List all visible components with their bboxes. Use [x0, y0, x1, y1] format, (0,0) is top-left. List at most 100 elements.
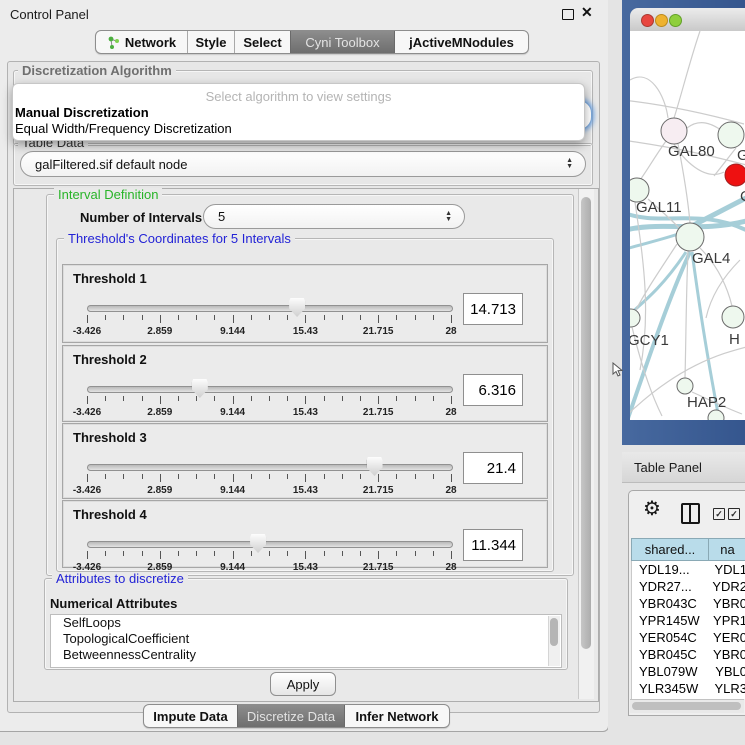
tab-network[interactable]: Network [96, 31, 187, 53]
table-data-combobox[interactable]: galFiltered.sif default node ▲▼ [20, 151, 586, 177]
tick-label: 28 [445, 407, 456, 418]
slider-track[interactable] [87, 541, 453, 548]
threshold-value-field[interactable]: 11.344 [463, 529, 523, 561]
attributes-group-title: Attributes to discretize [52, 572, 188, 585]
threshold-slider[interactable]: -3.4262.8599.14415.4321.71528 [87, 460, 451, 498]
table-row[interactable]: YDL19...YDL1 [632, 561, 745, 578]
select-none-checkbox-icon[interactable]: ✓ [728, 508, 740, 520]
control-panel-title: Control Panel [10, 7, 89, 22]
tick-mark [269, 315, 270, 320]
horizontal-scrollbar-thumb[interactable] [632, 702, 741, 710]
tick-mark [87, 551, 88, 559]
menu-item-equal-width-frequency[interactable]: Equal Width/Frequency Discretization [15, 121, 232, 136]
tick-mark [233, 474, 234, 482]
node-gal80[interactable] [661, 118, 687, 144]
tick-mark [433, 315, 434, 320]
tab-infer-network[interactable]: Infer Network [345, 705, 449, 727]
threshold-value-field[interactable]: 21.4 [463, 452, 523, 484]
threshold-panel: Threshold 2-3.4262.8599.14415.4321.71528… [62, 345, 548, 422]
float-window-icon[interactable] [562, 9, 574, 20]
tab-discretize-data[interactable]: Discretize Data [237, 705, 345, 727]
node-gal4[interactable] [676, 223, 704, 251]
algorithm-placeholder-item[interactable]: Select algorithm to view settings [13, 89, 584, 104]
node-ga[interactable] [718, 122, 744, 148]
apply-button[interactable]: Apply [270, 672, 336, 696]
tick-mark [87, 396, 88, 404]
slider-track[interactable] [87, 464, 453, 471]
tick-mark [178, 315, 179, 320]
zoom-traffic-light[interactable] [669, 14, 682, 27]
threshold-slider[interactable]: -3.4262.8599.14415.4321.71528 [87, 301, 451, 339]
table-row[interactable]: YBR045CYBR0 [632, 646, 745, 663]
tick-mark [451, 396, 452, 404]
node-red-selected[interactable] [725, 164, 745, 186]
threshold-value-field[interactable]: 14.713 [463, 293, 523, 325]
list-scrollbar[interactable] [548, 616, 560, 666]
tab-jactivemnodules[interactable]: jActiveMNodules [395, 31, 528, 53]
tab-style[interactable]: Style [187, 31, 234, 53]
slider-track[interactable] [87, 305, 453, 312]
attribute-list-item[interactable]: TopologicalCoefficient [51, 631, 561, 647]
slider-track[interactable] [87, 386, 453, 393]
tick-mark [142, 551, 143, 556]
network-icon [107, 36, 120, 50]
tick-label: 28 [445, 485, 456, 496]
tick-mark [305, 551, 306, 559]
tick-mark [360, 396, 361, 401]
threshold-slider[interactable]: -3.4262.8599.14415.4321.71528 [87, 382, 451, 420]
table-row[interactable]: YBL079WYBL0 [632, 663, 745, 680]
list-scrollbar-thumb[interactable] [550, 618, 558, 646]
table-body[interactable]: YDL19...YDL1YDR27...YDR2YBR043CYBR0YPR14… [631, 561, 745, 699]
table-row[interactable]: YLR345WYLR3 [632, 680, 745, 697]
tick-mark [105, 396, 106, 401]
tick-mark [415, 315, 416, 320]
table-row[interactable]: YER054CYER0 [632, 629, 745, 646]
node-h[interactable] [722, 306, 744, 328]
node-hap2[interactable] [677, 378, 693, 394]
tick-mark [287, 396, 288, 401]
tick-mark [123, 396, 124, 401]
close-icon[interactable]: ✕ [581, 4, 593, 21]
tick-label: 15.43 [293, 326, 318, 337]
tab-select[interactable]: Select [234, 31, 290, 53]
node-partial[interactable] [708, 410, 724, 420]
menu-item-manual-discretization[interactable]: Manual Discretization [15, 105, 149, 120]
number-of-intervals-combobox[interactable]: 5 ▲▼ [203, 204, 465, 229]
table-row[interactable]: YBR043CYBR0 [632, 595, 745, 612]
column-header-name[interactable]: na [708, 538, 745, 561]
tick-mark [324, 396, 325, 401]
close-traffic-light[interactable] [641, 14, 654, 27]
tick-label: 21.715 [363, 562, 394, 573]
column-header-shared-name[interactable]: shared... [631, 538, 708, 561]
tick-mark [233, 396, 234, 404]
numerical-attributes-label: Numerical Attributes [50, 596, 177, 611]
tick-label: 21.715 [363, 407, 394, 418]
tick-mark [342, 315, 343, 320]
node-gcy1[interactable] [630, 309, 640, 327]
attribute-list-item[interactable]: SelfLoops [51, 615, 561, 631]
split-columns-icon[interactable] [681, 503, 700, 524]
tick-mark [196, 315, 197, 320]
numerical-attributes-list[interactable]: SelfLoopsTopologicalCoefficientBetweenne… [50, 614, 562, 668]
attribute-list-item[interactable]: BetweennessCentrality [51, 647, 561, 663]
network-canvas[interactable]: GAL80 GA C GAL11 GAL4 GCY1 H HAP2 [630, 31, 745, 420]
table-row[interactable]: YDR27...YDR2 [632, 578, 745, 595]
select-all-checkbox-icon[interactable]: ✓ [713, 508, 725, 520]
table-row[interactable]: YPR145WYPR1 [632, 612, 745, 629]
threshold-slider[interactable]: -3.4262.8599.14415.4321.71528 [87, 537, 451, 575]
vertical-scrollbar[interactable] [578, 189, 594, 699]
gear-icon[interactable]: ⚙ [643, 499, 661, 519]
table-panel-title: Table Panel [634, 460, 702, 475]
vertical-scrollbar-thumb[interactable] [581, 197, 591, 649]
tick-mark [305, 315, 306, 323]
minimize-traffic-light[interactable] [655, 14, 668, 27]
horizontal-scrollbar[interactable] [630, 699, 744, 713]
tab-cyni-toolbox[interactable]: Cyni Toolbox [290, 31, 395, 53]
label-hap2: HAP2 [687, 394, 726, 411]
tick-mark [433, 396, 434, 401]
tick-label: 15.43 [293, 562, 318, 573]
network-window-titlebar[interactable] [630, 8, 745, 32]
tab-impute-data[interactable]: Impute Data [144, 705, 237, 727]
threshold-value-field[interactable]: 6.316 [463, 374, 523, 406]
threshold-label: Threshold 1 [73, 271, 147, 286]
